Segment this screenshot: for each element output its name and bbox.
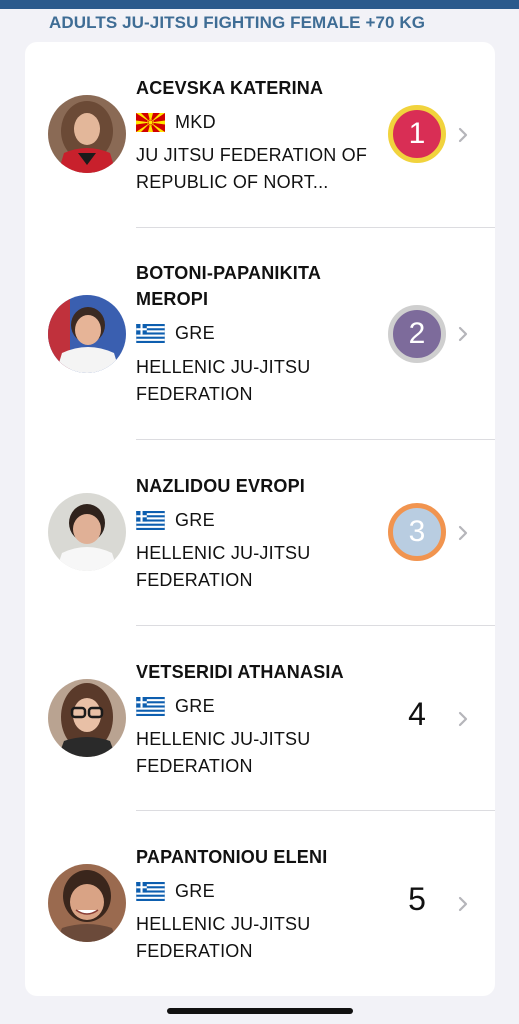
country-code: GRE [175,695,215,716]
athlete-club: HELLENIC JU-JITSU FEDERATION [136,914,311,961]
athlete-country: GRE [136,508,215,532]
greece-flag-icon [136,696,165,716]
greece-flag-icon [136,510,165,530]
country-code: GRE [175,509,215,530]
athlete-avatar [48,679,126,757]
result-row-1[interactable]: ACEVSKA KATERINA MKD JU JITSU FEDERATION… [25,42,495,228]
athlete-club: HELLENIC JU-JITSU FEDERATION [136,543,311,590]
athlete-country: GRE [136,879,215,903]
athlete-country: GRE [136,321,215,345]
country-code: GRE [175,880,215,901]
rank-number: 3 [408,515,426,548]
home-indicator[interactable] [167,1008,353,1014]
north-macedonia-flag-icon [136,112,165,132]
athlete-country: GRE [136,694,215,718]
chevron-right-icon [458,711,468,727]
athlete-avatar [48,295,126,373]
athlete-name: PAPANTONIOU ELENI [136,847,328,867]
rank-number: 2 [408,317,426,350]
rank-number: 1 [408,117,426,150]
country-code: GRE [175,322,215,343]
result-row-2[interactable]: BOTONI-PAPANIKITA MEROPI GRE HELLENIC JU… [25,228,495,440]
country-code: MKD [175,111,216,132]
chevron-right-icon [458,896,468,912]
chevron-right-icon [458,326,468,342]
athlete-club: JU JITSU FEDERATION OF REPUBLIC OF NORT.… [136,145,368,192]
greece-flag-icon [136,881,165,901]
header-bar [0,0,519,9]
athlete-name: BOTONI-PAPANIKITA MEROPI [136,263,321,309]
athlete-name: VETSERIDI ATHANASIA [136,662,344,682]
result-row-5[interactable]: PAPANTONIOU ELENI GRE HELLENIC JU-JITSU … [25,811,495,996]
chevron-right-icon [458,525,468,541]
result-row-3[interactable]: NAZLIDOU EVROPI GRE HELLENIC JU-JITSU FE… [25,440,495,626]
athlete-avatar [48,493,126,571]
athlete-club: HELLENIC JU-JITSU FEDERATION [136,357,311,404]
rank-number: 4 [408,696,426,732]
gold-medal-badge: 1 [388,105,446,163]
section-title: ADULTS JU-JITSU FIGHTING FEMALE +70 KG [49,13,426,32]
results-list: ACEVSKA KATERINA MKD JU JITSU FEDERATION… [25,42,495,996]
chevron-right-icon [458,127,468,143]
athlete-name: NAZLIDOU EVROPI [136,476,306,496]
athlete-name: ACEVSKA KATERINA [136,78,324,98]
greece-flag-icon [136,323,165,343]
athlete-club: HELLENIC JU-JITSU FEDERATION [136,729,311,776]
athlete-country: MKD [136,110,216,134]
result-row-4[interactable]: VETSERIDI ATHANASIA GRE HELLENIC JU-JITS… [25,626,495,811]
athlete-avatar [48,95,126,173]
athlete-avatar [48,864,126,942]
silver-medal-badge: 2 [388,305,446,363]
rank-number: 5 [408,881,426,917]
bronze-medal-badge: 3 [388,503,446,561]
